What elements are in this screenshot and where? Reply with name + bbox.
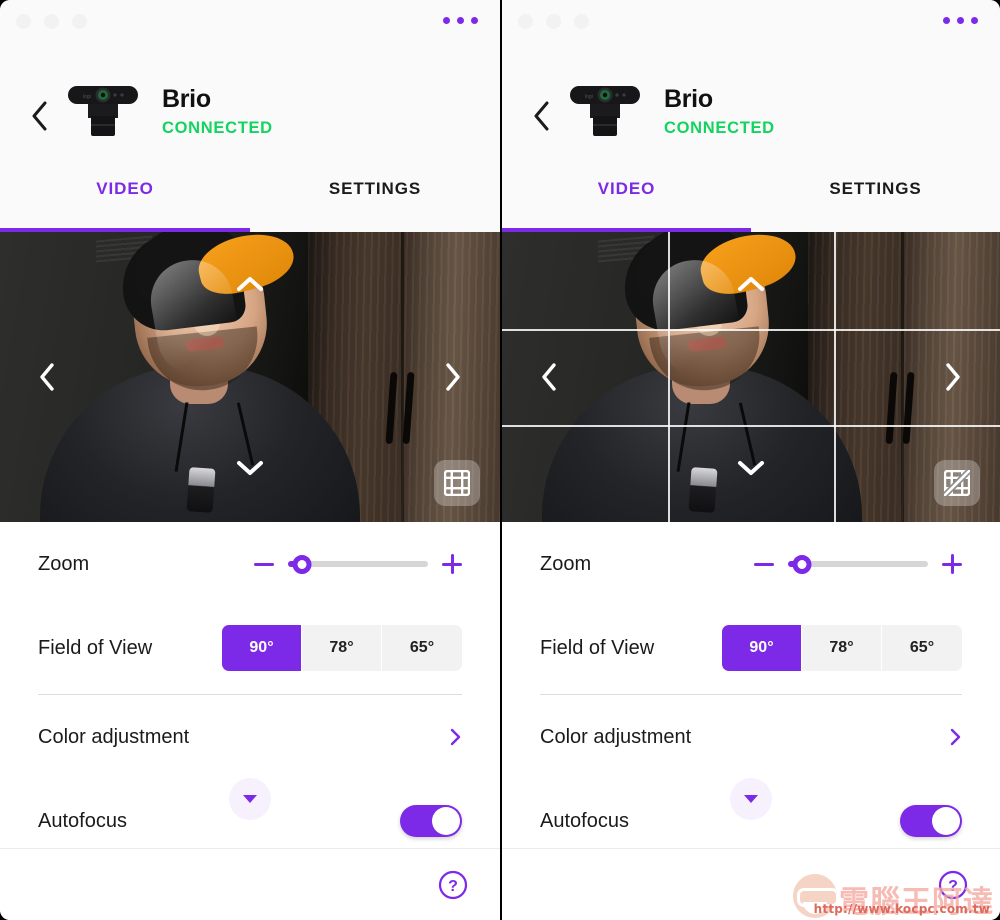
field-of-view-label: Field of View <box>38 636 153 659</box>
grid-off-icon[interactable] <box>934 460 980 506</box>
fov-option-65[interactable]: 65° <box>382 625 462 671</box>
device-header: logi Brio CONNECTED VIDEO SETTINGS <box>0 0 500 232</box>
close-button[interactable] <box>16 14 31 29</box>
more-horizontal-icon[interactable] <box>443 17 478 24</box>
pan-down-button[interactable] <box>736 458 766 478</box>
color-adjustment-row[interactable]: Color adjustment <box>38 695 462 779</box>
autofocus-toggle[interactable] <box>900 805 962 837</box>
autofocus-toggle[interactable] <box>400 805 462 837</box>
pan-right-button[interactable] <box>440 361 466 393</box>
pan-up-button[interactable] <box>235 274 265 294</box>
fov-option-65[interactable]: 65° <box>882 625 962 671</box>
device-text: Brio CONNECTED <box>664 82 775 139</box>
device-text: Brio CONNECTED <box>162 82 273 139</box>
svg-text:?: ? <box>948 878 958 895</box>
minimize-button[interactable] <box>44 14 59 29</box>
device-name: Brio <box>162 84 211 113</box>
plus-icon[interactable] <box>942 554 962 574</box>
tab-settings[interactable]: SETTINGS <box>751 170 1000 232</box>
bottom-bar: ? <box>502 848 1000 920</box>
caret-down-icon[interactable] <box>730 778 772 820</box>
fov-option-90[interactable]: 90° <box>722 625 802 671</box>
pan-right-button[interactable] <box>940 361 966 393</box>
device-header: logi Brio CONNECTED VIDEO SETTINGS <box>502 0 1000 232</box>
svg-text:logi: logi <box>83 94 91 100</box>
fov-option-90[interactable]: 90° <box>222 625 302 671</box>
app-window-left: logi Brio CONNECTED VIDEO SETTINGS Zoom … <box>0 0 500 920</box>
field-of-view-segmented-control: 90° 78° 65° <box>722 625 962 671</box>
help-circle-icon[interactable]: ? <box>438 870 468 900</box>
zoom-control <box>754 554 962 574</box>
chevron-right-icon[interactable] <box>950 727 962 747</box>
chevron-left-icon[interactable] <box>28 100 52 132</box>
close-button[interactable] <box>518 14 533 29</box>
plus-icon[interactable] <box>442 554 462 574</box>
window-traffic-lights[interactable] <box>16 14 87 29</box>
autofocus-label: Autofocus <box>540 809 629 832</box>
field-of-view-label: Field of View <box>540 636 655 659</box>
device-status: CONNECTED <box>664 119 775 138</box>
tab-bar: VIDEO SETTINGS <box>0 170 500 232</box>
window-traffic-lights[interactable] <box>518 14 589 29</box>
color-adjustment-label: Color adjustment <box>38 725 190 748</box>
zoom-label: Zoom <box>38 552 90 575</box>
minimize-button[interactable] <box>546 14 561 29</box>
field-of-view-segmented-control: 90° 78° 65° <box>222 625 462 671</box>
tab-settings[interactable]: SETTINGS <box>250 170 500 232</box>
minus-icon[interactable] <box>254 562 274 566</box>
svg-text:logi: logi <box>585 94 593 100</box>
field-of-view-row: Field of View 90° 78° 65° <box>540 606 962 690</box>
more-horizontal-icon[interactable] <box>943 17 978 24</box>
help-circle-icon[interactable]: ? <box>938 870 968 900</box>
zoom-button[interactable] <box>574 14 589 29</box>
video-controls: Zoom Field of View 90° 78° 65° Color adj… <box>0 522 500 848</box>
tab-video[interactable]: VIDEO <box>502 170 751 232</box>
device-info: logi Brio CONNECTED <box>62 74 273 146</box>
device-name: Brio <box>664 84 713 113</box>
pan-left-button[interactable] <box>536 361 562 393</box>
fov-option-78[interactable]: 78° <box>802 625 882 671</box>
zoom-slider-thumb[interactable] <box>792 554 812 574</box>
video-controls: Zoom Field of View 90° 78° 65° Color adj… <box>502 522 1000 848</box>
app-root: logi Brio CONNECTED VIDEO SETTINGS Zoom … <box>0 0 1000 920</box>
pan-up-button[interactable] <box>736 274 766 294</box>
zoom-row: Zoom <box>38 522 462 606</box>
chevron-left-icon[interactable] <box>530 100 554 132</box>
zoom-row: Zoom <box>540 522 962 606</box>
caret-down-icon[interactable] <box>229 778 271 820</box>
zoom-label: Zoom <box>540 552 592 575</box>
fov-option-78[interactable]: 78° <box>302 625 382 671</box>
device-info: logi Brio CONNECTED <box>564 74 775 146</box>
device-status: CONNECTED <box>162 119 273 138</box>
color-adjustment-label: Color adjustment <box>540 725 692 748</box>
logitech-brio-webcam-image: logi <box>564 74 646 146</box>
color-adjustment-row[interactable]: Color adjustment <box>540 695 962 779</box>
grid-on-icon[interactable] <box>434 460 480 506</box>
video-preview[interactable] <box>0 232 500 522</box>
video-preview[interactable] <box>502 232 1000 522</box>
svg-text:?: ? <box>448 878 458 895</box>
zoom-slider[interactable] <box>288 554 428 574</box>
autofocus-label: Autofocus <box>38 809 127 832</box>
minus-icon[interactable] <box>754 562 774 566</box>
app-window-right: logi Brio CONNECTED VIDEO SETTINGS Zoom … <box>500 0 1000 920</box>
logitech-brio-webcam-image: logi <box>62 74 144 146</box>
field-of-view-row: Field of View 90° 78° 65° <box>38 606 462 690</box>
tab-bar: VIDEO SETTINGS <box>502 170 1000 232</box>
zoom-button[interactable] <box>72 14 87 29</box>
zoom-slider-thumb[interactable] <box>292 554 312 574</box>
zoom-control <box>254 554 462 574</box>
pan-down-button[interactable] <box>235 458 265 478</box>
zoom-slider[interactable] <box>788 554 928 574</box>
bottom-bar: ? <box>0 848 500 920</box>
pan-left-button[interactable] <box>34 361 60 393</box>
tab-video[interactable]: VIDEO <box>0 170 250 232</box>
chevron-right-icon[interactable] <box>450 727 462 747</box>
